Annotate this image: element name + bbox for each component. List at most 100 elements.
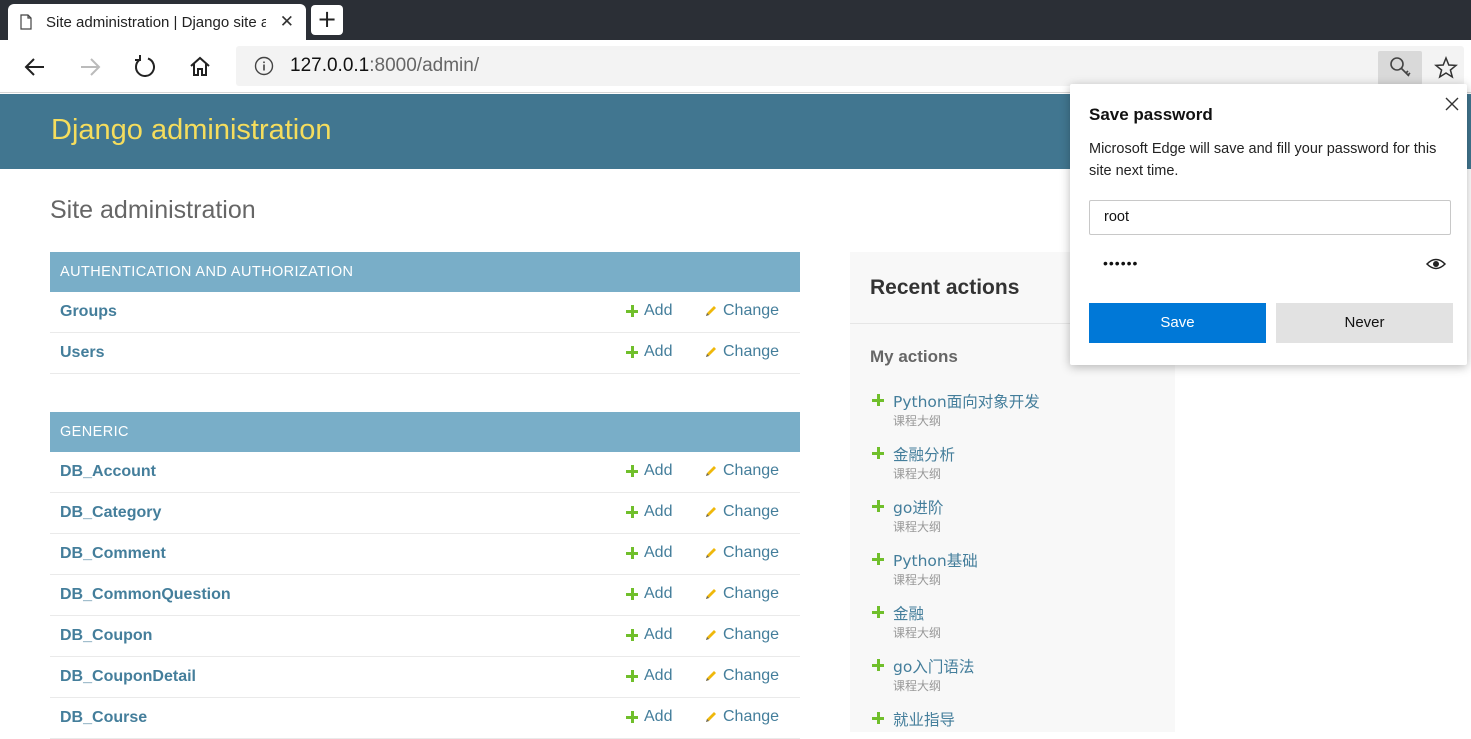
module-caption[interactable]: AUTHENTICATION AND AUTHORIZATION (50, 252, 800, 292)
home-button[interactable] (186, 53, 214, 81)
addition-icon (872, 394, 884, 406)
change-link[interactable]: Change (704, 343, 779, 361)
change-label: Change (723, 585, 780, 602)
add-link[interactable]: Add (626, 503, 672, 521)
change-link[interactable]: Change (704, 667, 779, 685)
address-bar[interactable]: 127.0.0.1:8000/admin/ (236, 46, 1464, 86)
add-link[interactable]: Add (626, 544, 672, 562)
add-link[interactable]: Add (626, 667, 672, 685)
add-icon (626, 629, 638, 641)
add-label: Add (644, 585, 673, 602)
recent-action-link[interactable]: 金融 (893, 602, 924, 624)
pencil-icon (706, 306, 716, 316)
close-icon[interactable] (1442, 94, 1462, 114)
password-key-button[interactable] (1378, 51, 1422, 85)
add-icon (626, 305, 638, 317)
back-button[interactable] (21, 53, 49, 81)
back-arrow-icon (24, 58, 44, 76)
model-link[interactable]: DB_CouponDetail (60, 668, 196, 686)
model-link[interactable]: DB_Category (60, 504, 161, 522)
pencil-icon (706, 712, 716, 722)
browser-tab[interactable]: Site administration | Django site admin … (8, 4, 306, 40)
pencil-icon (706, 548, 716, 558)
info-icon[interactable] (254, 56, 274, 76)
refresh-button[interactable] (131, 53, 159, 81)
recent-action-type: 课程大纲 (893, 520, 942, 534)
add-label: Add (644, 667, 673, 684)
model-row: Groups Add Change (50, 292, 800, 333)
change-label: Change (723, 544, 780, 561)
add-icon (626, 588, 638, 600)
add-label: Add (644, 626, 673, 643)
change-link[interactable]: Change (704, 462, 779, 480)
save-button[interactable]: Save (1089, 303, 1266, 343)
password-field[interactable]: •••••• (1089, 247, 1451, 282)
add-link[interactable]: Add (626, 462, 672, 480)
recent-action-type: 课程大纲 (893, 626, 942, 640)
model-row: DB_CommonQuestion Add Change (50, 575, 800, 616)
change-link[interactable]: Change (704, 585, 779, 603)
model-link[interactable]: DB_CommonQuestion (60, 586, 231, 604)
model-link[interactable]: DB_Account (60, 463, 156, 481)
add-icon (626, 465, 638, 477)
forward-button[interactable] (76, 53, 104, 81)
model-link[interactable]: DB_Coupon (60, 627, 152, 645)
model-link[interactable]: Users (60, 344, 104, 362)
add-label: Add (644, 708, 673, 725)
recent-actions-title: Recent actions (870, 276, 1020, 299)
model-row: DB_Comment Add Change (50, 534, 800, 575)
add-link[interactable]: Add (626, 302, 672, 320)
pencil-icon (706, 671, 716, 681)
change-label: Change (723, 462, 780, 479)
pencil-icon (706, 507, 716, 517)
pencil-icon (706, 589, 716, 599)
change-link[interactable]: Change (704, 708, 779, 726)
model-row: DB_Category Add Change (50, 493, 800, 534)
recent-action-link[interactable]: Python基础 (893, 549, 978, 571)
module-generic: GENERIC DB_Account Add Change DB_Categor… (50, 412, 800, 739)
new-tab-button[interactable]: + (311, 5, 343, 35)
favorites-button[interactable] (1432, 54, 1460, 82)
recent-action-link[interactable]: go入门语法 (893, 655, 974, 677)
model-link[interactable]: DB_Course (60, 709, 147, 727)
add-link[interactable]: Add (626, 585, 672, 603)
model-link[interactable]: DB_Comment (60, 545, 166, 563)
change-link[interactable]: Change (704, 626, 779, 644)
add-label: Add (644, 302, 673, 319)
recent-action-link[interactable]: go进阶 (893, 496, 943, 518)
tab-close-icon[interactable]: ✕ (280, 13, 294, 31)
add-link[interactable]: Add (626, 708, 672, 726)
recent-action-type: 课程大纲 (893, 679, 942, 693)
add-icon (626, 506, 638, 518)
url-host: 127.0.0.1 (290, 55, 370, 76)
addition-icon (872, 659, 884, 671)
my-actions-title: My actions (870, 347, 958, 366)
recent-action-type: 课程大纲 (893, 414, 942, 428)
model-link[interactable]: Groups (60, 303, 117, 321)
recent-action-type: 课程大纲 (893, 573, 942, 587)
username-field[interactable]: root (1089, 200, 1451, 235)
add-label: Add (644, 462, 673, 479)
browser-tabstrip: Site administration | Django site admin … (0, 0, 1471, 40)
recent-action-link[interactable]: 金融分析 (893, 443, 955, 465)
url-text[interactable]: 127.0.0.1:8000/admin/ (290, 55, 479, 77)
change-link[interactable]: Change (704, 544, 779, 562)
eye-icon[interactable] (1425, 256, 1447, 272)
module-caption[interactable]: GENERIC (50, 412, 800, 452)
change-label: Change (723, 302, 780, 319)
site-brand-link[interactable]: Django administration (51, 114, 331, 147)
model-row: DB_Account Add Change (50, 452, 800, 493)
add-icon (626, 711, 638, 723)
add-icon (626, 346, 638, 358)
forward-arrow-icon (81, 58, 101, 76)
add-icon (626, 670, 638, 682)
key-icon (1390, 57, 1411, 77)
recent-action-link[interactable]: 就业指导 (893, 708, 955, 730)
add-link[interactable]: Add (626, 343, 672, 361)
change-link[interactable]: Change (704, 503, 779, 521)
url-path: :8000/admin/ (369, 55, 480, 76)
change-link[interactable]: Change (704, 302, 779, 320)
never-button[interactable]: Never (1276, 303, 1453, 343)
add-link[interactable]: Add (626, 626, 672, 644)
recent-action-link[interactable]: Python面向对象开发 (893, 390, 1040, 412)
